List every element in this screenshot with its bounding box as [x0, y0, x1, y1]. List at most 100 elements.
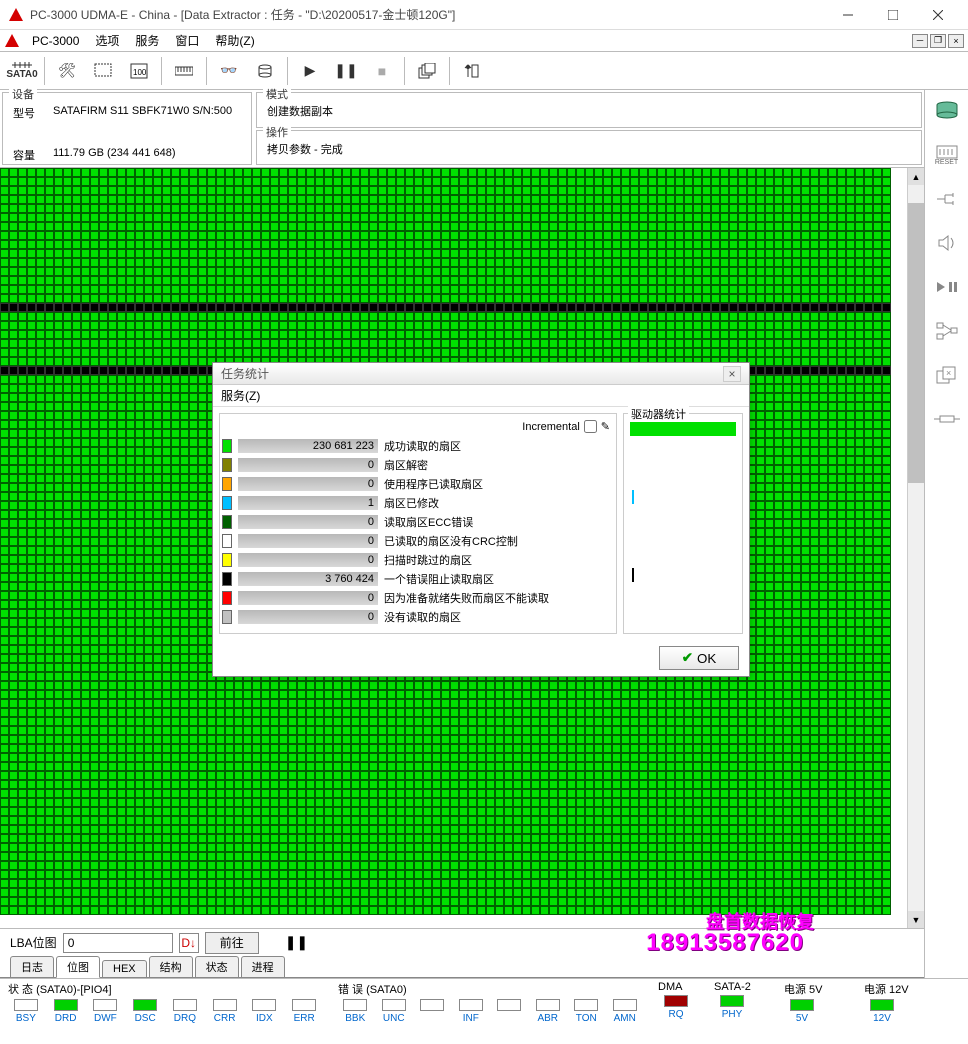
go-button[interactable]: 前往	[205, 932, 259, 954]
led-DSC: DSC	[125, 999, 165, 1024]
dialog-close-button[interactable]: ×	[723, 366, 741, 382]
disk-icon[interactable]	[931, 96, 963, 126]
vertical-scrollbar[interactable]: ▲ ▼	[907, 168, 924, 928]
mdi-close-button[interactable]: ×	[948, 34, 964, 48]
stat-row: 0 扇区解密	[222, 456, 610, 474]
led-box	[292, 999, 316, 1011]
pause-button[interactable]: ❚❚	[329, 54, 363, 88]
scrollbar-thumb[interactable]	[908, 203, 924, 483]
percent-icon[interactable]: 100	[122, 54, 156, 88]
tab-log[interactable]: 日志	[10, 956, 54, 977]
led-box	[343, 999, 367, 1011]
mdi-minimize-button[interactable]: －	[912, 34, 928, 48]
tab-bar: 日志 位图 HEX 结构 状态 进程	[0, 956, 924, 978]
tab-hex[interactable]: HEX	[102, 960, 147, 977]
stat-label: 扇区已修改	[384, 495, 439, 511]
watermark-phone: 18913587620	[646, 929, 804, 957]
driver-stat-bar-black	[632, 568, 634, 582]
led-box	[497, 999, 521, 1011]
menu-window[interactable]: 窗口	[167, 30, 207, 51]
tab-structure[interactable]: 结构	[149, 956, 193, 977]
stat-row: 0因为准备就绪失败而扇区不能读取	[222, 589, 610, 607]
stat-row: 0使用程序已读取扇区	[222, 475, 610, 493]
cylinder-icon[interactable]	[248, 54, 282, 88]
tab-process[interactable]: 进程	[241, 956, 285, 977]
stat-row: 230 681 223成功读取的扇区	[222, 437, 610, 455]
menu-options[interactable]: 选项	[87, 30, 127, 51]
play-button[interactable]: ▶	[293, 54, 327, 88]
minimize-button[interactable]	[825, 0, 870, 30]
tree-icon[interactable]	[931, 316, 963, 346]
stat-value: 0	[238, 553, 378, 567]
led-AMN: AMN	[606, 999, 645, 1024]
stat-value: 1	[238, 496, 378, 510]
scroll-down-icon[interactable]: ▼	[908, 911, 924, 928]
capacity-value: 111.79 GB (234 441 648)	[53, 147, 176, 163]
resistor-icon[interactable]	[931, 404, 963, 434]
stop-button[interactable]: ■	[365, 54, 399, 88]
disk-jump-icon[interactable]: D↓	[179, 933, 199, 953]
led-label: DRQ	[174, 1013, 196, 1024]
led-label: RQ	[669, 1009, 684, 1020]
incremental-checkbox[interactable]	[584, 420, 597, 433]
stat-label: 因为准备就绪失败而扇区不能读取	[384, 590, 549, 606]
copy-icon[interactable]: ×	[931, 360, 963, 390]
stat-row: 3 760 424一个错误阻止读取扇区	[222, 570, 610, 588]
menu-help[interactable]: 帮助(Z)	[207, 30, 262, 51]
pause-icon[interactable]: ❚❚	[285, 934, 308, 951]
led-box	[574, 999, 598, 1011]
ok-button[interactable]: ✔ OK	[659, 646, 739, 670]
menu-app[interactable]: PC-3000	[24, 32, 87, 50]
led-ERR: ERR	[284, 999, 324, 1024]
maximize-button[interactable]	[870, 0, 915, 30]
stat-label: 读取扇区ECC错误	[384, 514, 473, 530]
region-icon[interactable]	[86, 54, 120, 88]
stat-row: 0 扫描时跳过的扇区	[222, 551, 610, 569]
tab-bitmap[interactable]: 位图	[56, 956, 100, 978]
stat-swatch	[222, 553, 232, 567]
stat-swatch	[222, 610, 232, 624]
led-IDX: IDX	[245, 999, 285, 1024]
stat-value: 0	[238, 515, 378, 529]
led-box	[93, 999, 117, 1011]
led-box	[14, 999, 38, 1011]
scroll-up-icon[interactable]: ▲	[908, 168, 924, 185]
playpause-icon[interactable]	[931, 272, 963, 302]
led-box	[382, 999, 406, 1011]
led-box	[613, 999, 637, 1011]
dialog-menu-service[interactable]: 服务(Z)	[221, 389, 260, 403]
tab-status[interactable]: 状态	[195, 956, 239, 977]
led-label: BSY	[16, 1013, 36, 1024]
stat-swatch	[222, 439, 232, 453]
binoculars-icon[interactable]: 👓	[212, 54, 246, 88]
led-box	[252, 999, 276, 1011]
model-value: SATAFIRM S11 SBFK71W0 S/N:500	[53, 105, 232, 121]
tools-icon[interactable]: 🛠	[50, 54, 84, 88]
menubar: PC-3000 选项 服务 窗口 帮助(Z) － ❐ ×	[0, 30, 968, 52]
stat-label: 使用程序已读取扇区	[384, 476, 483, 492]
led-box	[213, 999, 237, 1011]
speaker-icon[interactable]	[931, 228, 963, 258]
led-label: ABR	[537, 1013, 558, 1024]
stat-row: 0 读取扇区ECC错误	[222, 513, 610, 531]
ruler-icon[interactable]	[167, 54, 201, 88]
stat-label: 扫描时跳过的扇区	[384, 552, 472, 568]
lba-input[interactable]	[63, 933, 173, 953]
led-box	[54, 999, 78, 1011]
copy-stack-icon[interactable]	[410, 54, 444, 88]
led-label: 12V	[873, 1013, 891, 1024]
sata0-button[interactable]: SATA0	[5, 54, 39, 88]
connector-icon[interactable]	[931, 184, 963, 214]
mdi-restore-button[interactable]: ❐	[930, 34, 946, 48]
close-button[interactable]	[915, 0, 960, 30]
exit-icon[interactable]	[455, 54, 489, 88]
menu-service[interactable]: 服务	[127, 30, 167, 51]
stat-label: 扇区解密	[384, 457, 428, 473]
stat-label: 一个错误阻止读取扇区	[384, 571, 494, 587]
led-label: CRR	[214, 1013, 236, 1024]
pencil-icon[interactable]: ✎	[601, 420, 610, 433]
reset-icon[interactable]: RESET	[931, 140, 963, 170]
led-label: PHY	[722, 1009, 743, 1020]
operation-header: 操作	[263, 124, 291, 140]
stat-value: 0	[238, 458, 378, 472]
